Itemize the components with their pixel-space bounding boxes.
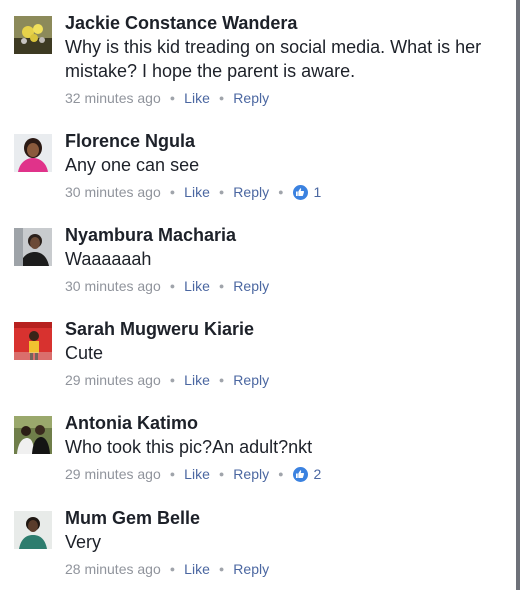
- comment-text: Why is this kid treading on social media…: [65, 37, 482, 81]
- comment-timestamp[interactable]: 29 minutes ago: [65, 371, 161, 389]
- comment-text: Cute: [65, 343, 104, 363]
- like-button[interactable]: Like: [184, 560, 210, 578]
- separator-dot: ●: [218, 375, 225, 385]
- comment-text: Who took this pic?An adult?nkt: [65, 437, 313, 457]
- comment-author[interactable]: Mum Gem Belle: [65, 507, 500, 529]
- scroll-edge: [516, 0, 520, 590]
- comment-timestamp[interactable]: 30 minutes ago: [65, 277, 161, 295]
- like-button[interactable]: Like: [184, 371, 210, 389]
- reaction-count[interactable]: 2: [314, 465, 322, 483]
- thumbs-up-icon[interactable]: [292, 184, 308, 200]
- comment-meta: 30 minutes ago ● Like ● Reply ● 1: [65, 183, 500, 201]
- comment-meta: 29 minutes ago ● Like ● Reply: [65, 371, 500, 389]
- separator-dot: ●: [218, 469, 225, 479]
- comment-author[interactable]: Nyambura Macharia: [65, 224, 500, 246]
- reply-button[interactable]: Reply: [233, 560, 269, 578]
- reply-button[interactable]: Reply: [233, 371, 269, 389]
- separator-dot: ●: [218, 187, 225, 197]
- comment-timestamp[interactable]: 29 minutes ago: [65, 465, 161, 483]
- separator-dot: ●: [169, 469, 176, 479]
- separator-dot: ●: [169, 187, 176, 197]
- comment-timestamp[interactable]: 30 minutes ago: [65, 183, 161, 201]
- separator-dot: ●: [169, 281, 176, 291]
- separator-dot: ●: [218, 93, 225, 103]
- comment-meta: 32 minutes ago ● Like ● Reply: [65, 89, 500, 107]
- comment-author[interactable]: Antonia Katimo: [65, 412, 500, 434]
- reply-button[interactable]: Reply: [233, 277, 269, 295]
- avatar[interactable]: [14, 134, 52, 172]
- comment-text: Waaaaaah: [65, 249, 152, 269]
- like-button[interactable]: Like: [184, 277, 210, 295]
- comment-meta: 29 minutes ago ● Like ● Reply ● 2: [65, 465, 500, 483]
- reaction-count[interactable]: 1: [314, 183, 322, 201]
- avatar[interactable]: [14, 228, 52, 266]
- like-button[interactable]: Like: [184, 89, 210, 107]
- separator-dot: ●: [218, 564, 225, 574]
- separator-dot: ●: [218, 281, 225, 291]
- thumbs-up-icon[interactable]: [292, 466, 308, 482]
- comment-text: Very: [65, 532, 102, 552]
- reply-button[interactable]: Reply: [233, 183, 269, 201]
- avatar[interactable]: [14, 16, 52, 54]
- like-button[interactable]: Like: [184, 183, 210, 201]
- comment-timestamp[interactable]: 32 minutes ago: [65, 89, 161, 107]
- comment-author[interactable]: Jackie Constance Wandera: [65, 12, 500, 34]
- avatar[interactable]: [14, 416, 52, 454]
- comment-author[interactable]: Sarah Mugweru Kiarie: [65, 318, 500, 340]
- separator-dot: ●: [169, 375, 176, 385]
- like-button[interactable]: Like: [184, 465, 210, 483]
- comment-author[interactable]: Florence Ngula: [65, 130, 500, 152]
- comment-meta: 30 minutes ago ● Like ● Reply: [65, 277, 500, 295]
- avatar[interactable]: [14, 511, 52, 549]
- avatar[interactable]: [14, 322, 52, 360]
- comment-meta: 28 minutes ago ● Like ● Reply: [65, 560, 500, 578]
- separator-dot: ●: [278, 469, 284, 479]
- separator-dot: ●: [169, 93, 176, 103]
- reply-button[interactable]: Reply: [233, 89, 269, 107]
- reply-button[interactable]: Reply: [233, 465, 269, 483]
- separator-dot: ●: [169, 564, 176, 574]
- separator-dot: ●: [278, 187, 284, 197]
- comment-timestamp[interactable]: 28 minutes ago: [65, 560, 161, 578]
- comment-text: Any one can see: [65, 155, 200, 175]
